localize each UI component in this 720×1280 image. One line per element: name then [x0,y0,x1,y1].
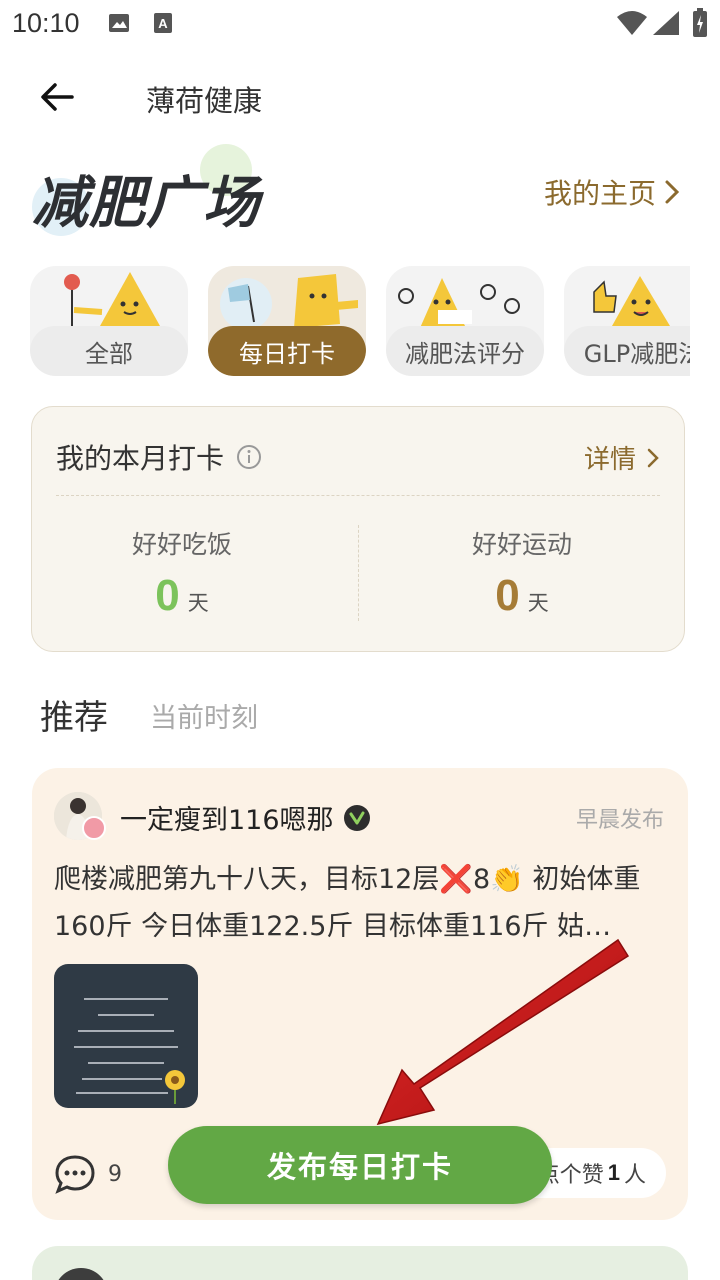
image-text-line [88,1062,164,1064]
monthly-detail-link[interactable]: 详情 [584,439,660,476]
author-name[interactable]: 一定瘦到116嗯那 [120,798,334,837]
image-text-line [74,1046,178,1048]
image-icon [109,14,129,32]
arrow-left-icon [41,83,74,111]
category-daily-checkin[interactable]: 每日打卡 [208,266,366,376]
stat-value-row: 0 天 [372,571,672,621]
stats-divider [358,525,359,621]
stat-label: 好好吃饭 [131,530,232,559]
post-card-next[interactable] [32,1246,688,1280]
chevron-right-icon [665,180,680,204]
category-glp[interactable]: GLP减肥法 [564,266,690,376]
avatar[interactable] [54,1268,108,1280]
monthly-checkin-card: 我的本月打卡 详情 好好吃饭 0 天 好好运动 0 天 [31,406,685,652]
stat-label: 好好运动 [471,530,572,559]
back-button[interactable] [34,74,80,120]
text-icon: A [154,13,172,33]
stat-unit: 天 [187,591,209,615]
category-bar: 全部 每日打卡 减肥法评分 GLP减肥法 [30,266,690,378]
stat-value: 0 [495,571,520,620]
stat-value-row: 0 天 [32,571,332,621]
post-time: 早晨发布 [575,808,664,833]
image-text-line [82,1078,162,1080]
comment-icon [55,1155,95,1194]
stat-eat-well: 好好吃饭 0 天 [32,525,332,621]
stat-unit: 天 [527,591,549,615]
post-text[interactable]: 爬楼减肥第九十八天，目标12层❌8👏 初始体重160斤 今日体重122.5斤 目… [54,856,666,950]
category-method-rating[interactable]: 减肥法评分 [386,266,544,376]
tab-current-moment[interactable]: 当前时刻 [150,696,258,735]
publish-checkin-button[interactable]: 发布每日打卡 [168,1126,552,1204]
signal-icon [653,11,679,35]
category-all[interactable]: 全部 [30,266,188,376]
tab-recommend[interactable]: 推荐 [40,690,108,739]
page-title: 减肥广场 [32,171,260,236]
category-label: 每日打卡 [208,326,366,376]
svg-text:A: A [158,16,168,31]
stat-value: 0 [155,571,180,620]
wifi-icon [617,11,647,35]
my-home-link[interactable]: 我的主页 [544,172,680,212]
post-image[interactable] [54,964,198,1108]
category-label: GLP减肥法 [564,326,690,376]
app-title: 薄荷健康 [146,84,263,118]
status-bar: 10:10 A [0,0,720,50]
info-icon[interactable] [236,444,262,470]
like-count: 1 [607,1160,620,1185]
author-row: 一定瘦到116嗯那 [120,798,370,837]
image-text-line [78,1030,174,1032]
image-text-line [84,998,168,1000]
chevron-right-icon [647,448,659,467]
comment-count: 9 [108,1161,122,1187]
sunflower-icon [165,1070,185,1104]
card-divider [56,495,660,496]
like-suffix: 人 [623,1163,646,1188]
monthly-checkin-title: 我的本月打卡 [56,442,225,475]
monthly-checkin-title-row: 我的本月打卡 [56,437,262,477]
comment-button[interactable]: 9 [54,1154,122,1194]
monthly-detail-label: 详情 [583,445,636,475]
battery-icon [693,8,707,37]
female-badge-icon [82,816,106,840]
my-home-label: 我的主页 [543,177,656,210]
stat-exercise-well: 好好运动 0 天 [372,525,672,621]
image-text-line [98,1014,154,1016]
category-label: 减肥法评分 [386,326,544,376]
image-text-line [76,1092,168,1094]
category-label: 全部 [30,326,188,376]
verified-badge-icon [343,804,370,831]
status-time: 10:10 [12,8,80,38]
